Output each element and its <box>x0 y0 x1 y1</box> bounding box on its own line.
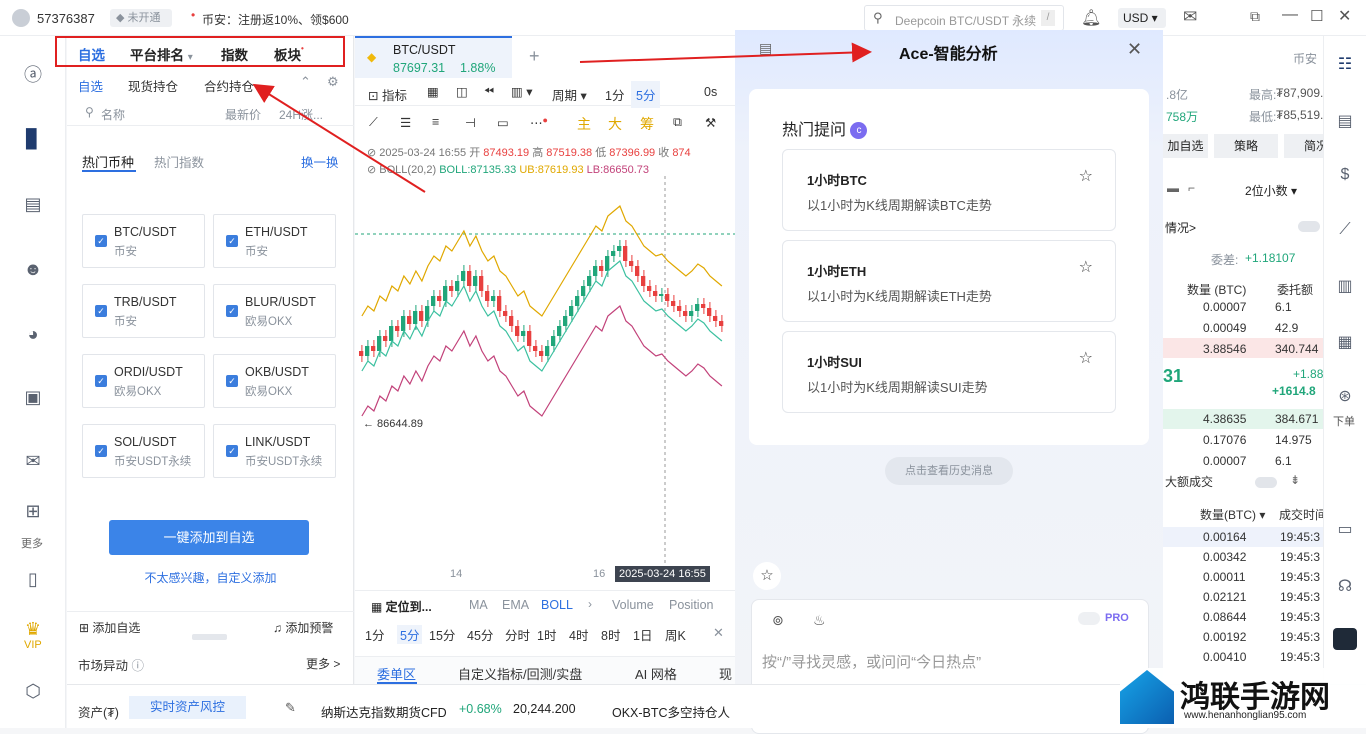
arrow-to-ace <box>579 42 872 63</box>
annotation-arrows <box>252 42 872 193</box>
arrow-to-tab <box>252 83 426 193</box>
